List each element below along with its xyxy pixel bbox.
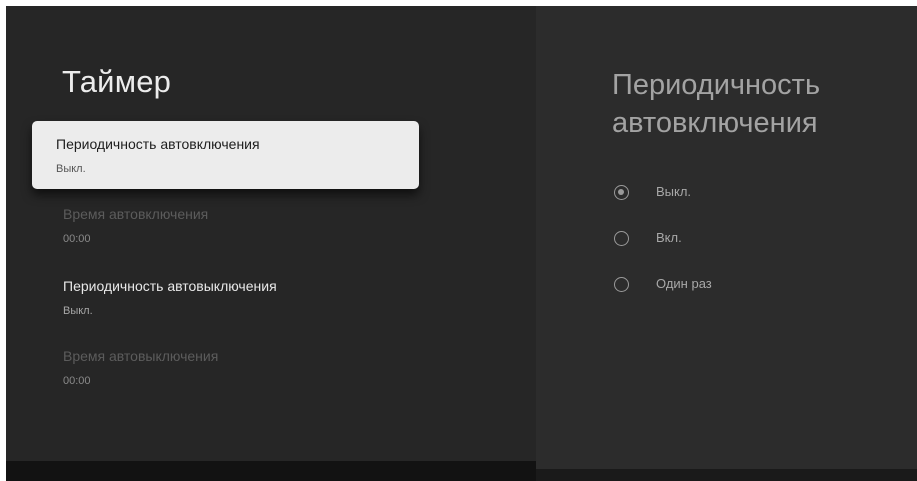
menu-item-value: 00:00: [63, 375, 91, 387]
menu-item-value: Выкл.: [63, 305, 93, 317]
radio-option-label: Вкл.: [656, 230, 682, 245]
radio-option-label: Один раз: [656, 276, 712, 291]
radio-option-once[interactable]: Один раз: [614, 275, 874, 297]
page-title: Таймер: [62, 64, 172, 99]
radio-option-on[interactable]: Вкл.: [614, 229, 874, 251]
options-panel-title-line2: автовключения: [612, 107, 818, 139]
menu-item-label: Время автовыключения: [63, 348, 219, 364]
options-panel-title-line1: Периодичность: [612, 69, 821, 101]
radio-option-label: Выкл.: [656, 184, 692, 199]
menu-item-value: 00:00: [63, 233, 91, 245]
menu-item-auto-on-time[interactable]: Время автовключения 00:00: [63, 205, 423, 265]
menu-item-auto-off-periodicity[interactable]: Периодичность автовыключения Выкл.: [63, 277, 423, 337]
menu-item-value: Выкл.: [56, 163, 86, 175]
menu-item-auto-on-periodicity[interactable]: Периодичность автовключения Выкл.: [32, 121, 419, 189]
radio-checked-icon[interactable]: [614, 185, 629, 200]
options-panel-title: Периодичность автовключения: [612, 66, 902, 142]
radio-unchecked-icon[interactable]: [614, 277, 629, 292]
radio-unchecked-icon[interactable]: [614, 231, 629, 246]
menu-item-label: Периодичность автовыключения: [63, 278, 277, 294]
bottom-strip: [6, 461, 536, 481]
menu-item-label: Периодичность автовключения: [56, 136, 260, 152]
radio-option-off[interactable]: Выкл.: [614, 183, 874, 205]
bottom-strip-right: [536, 469, 917, 481]
menu-item-label: Время автовключения: [63, 206, 209, 222]
menu-item-auto-off-time[interactable]: Время автовыключения 00:00: [63, 347, 423, 407]
